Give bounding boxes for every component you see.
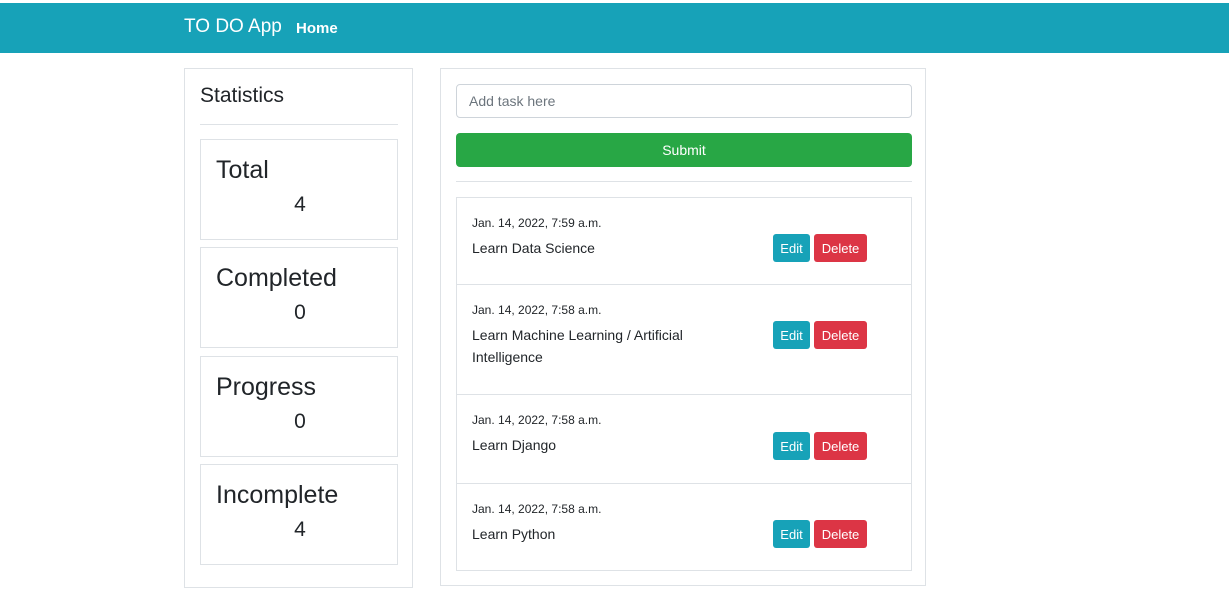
task-text: Learn Data Science [472,240,595,256]
task-date: Jan. 14, 2022, 7:58 a.m. [472,502,602,516]
task-item: Jan. 14, 2022, 7:58 a.m. Learn Python Ed… [456,483,912,571]
delete-button[interactable]: Delete [814,432,867,460]
stat-card-incomplete: Incomplete 4 [200,464,398,565]
delete-button[interactable]: Delete [814,234,867,262]
task-text: Learn Python [472,526,556,542]
edit-button[interactable]: Edit [773,321,810,349]
statistics-panel: Statistics Total 4 Completed 0 Progress … [184,68,413,588]
task-item: Jan. 14, 2022, 7:58 a.m. Learn Machine L… [456,284,912,395]
task-date: Jan. 14, 2022, 7:58 a.m. [472,413,602,427]
task-divider [456,181,912,182]
task-date: Jan. 14, 2022, 7:59 a.m. [472,216,602,230]
stat-card-completed: Completed 0 [200,247,398,348]
task-text: Learn Machine Learning / Artificial Inte… [472,327,683,365]
stat-label: Progress [216,373,317,401]
stat-value: 0 [294,301,306,324]
stat-card-progress: Progress 0 [200,356,398,457]
delete-button[interactable]: Delete [814,520,867,548]
add-task-input[interactable] [456,84,912,118]
edit-button[interactable]: Edit [773,432,810,460]
stat-card-total: Total 4 [200,139,398,240]
navbar: TO DO App Home [0,3,1229,53]
task-item: Jan. 14, 2022, 7:58 a.m. Learn Django Ed… [456,394,912,484]
task-item: Jan. 14, 2022, 7:59 a.m. Learn Data Scie… [456,197,912,285]
stat-value: 0 [294,410,306,433]
stat-label: Completed [216,264,337,292]
edit-button[interactable]: Edit [773,520,810,548]
task-list: Jan. 14, 2022, 7:59 a.m. Learn Data Scie… [456,197,912,571]
statistics-divider [200,124,398,125]
statistics-title: Statistics [200,84,285,107]
stat-value: 4 [294,193,306,216]
brand-title[interactable]: TO DO App [184,16,282,38]
submit-button[interactable]: Submit [456,133,912,167]
delete-button[interactable]: Delete [814,321,867,349]
nav-home-link[interactable]: Home [296,20,338,37]
stat-label: Total [216,156,269,184]
task-date: Jan. 14, 2022, 7:58 a.m. [472,303,602,317]
stat-label: Incomplete [216,481,339,509]
task-panel: Submit Jan. 14, 2022, 7:59 a.m. Learn Da… [440,68,926,586]
task-text: Learn Django [472,437,557,453]
edit-button[interactable]: Edit [773,234,810,262]
stat-value: 4 [294,518,306,541]
